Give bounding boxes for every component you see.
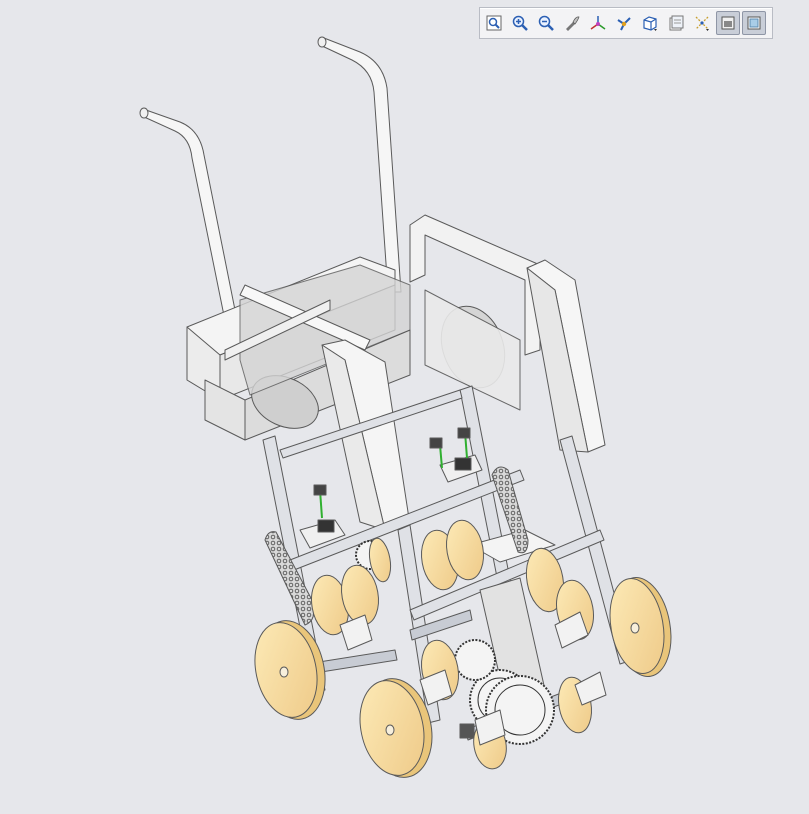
motor-left (299, 484, 346, 549)
wheelchair-model[interactable] (0, 0, 809, 814)
armrest-front-right (526, 259, 606, 453)
main-wheel-rear-right (609, 577, 672, 677)
push-handle-right (317, 36, 402, 293)
main-wheel-rear-left (254, 620, 326, 720)
3d-viewport[interactable] (0, 0, 809, 814)
